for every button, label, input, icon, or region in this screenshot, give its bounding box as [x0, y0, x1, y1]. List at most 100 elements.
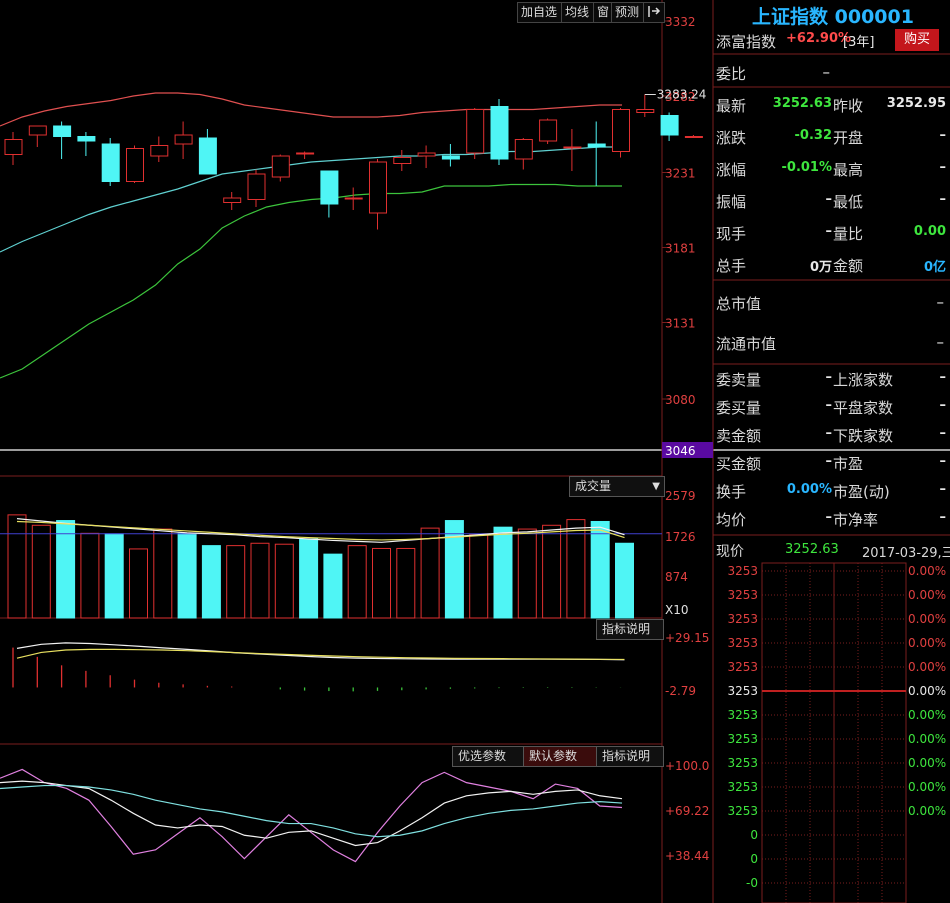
mini-price-label: 3253	[727, 564, 758, 578]
kdj-help-button[interactable]: 指标说明	[596, 746, 664, 767]
volume-axis-label: 1726	[665, 530, 696, 544]
bollinger-upper-line	[0, 92, 622, 127]
mini-price-label: 0	[750, 852, 758, 866]
market-cap-value: –	[936, 293, 945, 311]
macd-axis-label: -2.79	[665, 684, 696, 698]
candle-body	[466, 109, 485, 154]
volume-bar	[153, 528, 173, 619]
forecast-button[interactable]: 预测	[611, 2, 647, 23]
candle-body	[587, 143, 606, 148]
price-axis-label: 3332	[665, 15, 696, 29]
mini-price-label: 3253	[727, 804, 758, 818]
quote-label: 委买量	[716, 399, 762, 417]
mini-price-label: 0	[750, 828, 758, 842]
quote-value: –	[825, 510, 833, 525]
quote-label: 卖金额	[716, 427, 762, 445]
weibi-label: 委比	[716, 65, 747, 83]
quote-label: 开盘	[833, 129, 864, 147]
mini-price-label: 3253	[727, 780, 758, 794]
mini-percent-label: 0.00%	[908, 564, 946, 578]
candle	[247, 169, 266, 207]
candle-body	[539, 119, 558, 142]
volume-bar	[201, 545, 221, 619]
moving-average-button[interactable]: 均线	[561, 2, 597, 23]
volume-bar	[80, 532, 100, 619]
candle-body	[247, 173, 266, 200]
candle	[320, 170, 339, 218]
macd-help-button[interactable]: 指标说明	[596, 619, 664, 640]
quote-value: –	[939, 426, 947, 441]
exit-icon[interactable]	[643, 2, 665, 23]
high-marker-label: 3283.24	[657, 88, 707, 102]
quote-value: –	[939, 482, 947, 497]
quote-label: 委卖量	[716, 371, 762, 389]
cursor-price-label: 3046	[665, 444, 696, 458]
buy-button[interactable]: 购买	[895, 29, 939, 51]
tab-default-params[interactable]: 默认参数	[523, 746, 601, 767]
volume-bar	[323, 553, 343, 619]
quote-value: 0.00%	[786, 482, 832, 497]
volume-indicator-dropdown[interactable]: 成交量 ▼	[569, 476, 665, 497]
quote-label: 涨跌	[716, 129, 747, 147]
candle	[587, 121, 606, 186]
candle-body	[344, 197, 363, 200]
volume-bar	[590, 520, 610, 619]
candle-body	[150, 145, 169, 157]
current-price-label: 现价	[716, 544, 744, 560]
quote-label: 金额	[833, 257, 864, 275]
volume-bar	[274, 543, 294, 619]
mini-price-label: 3253	[727, 756, 758, 770]
candle	[344, 187, 363, 210]
candle	[441, 144, 460, 167]
candle	[296, 151, 315, 159]
quote-label: 量比	[833, 225, 864, 243]
kdj-j-line	[0, 768, 623, 863]
candle	[660, 112, 679, 141]
quote-label: 最低	[833, 193, 864, 211]
quote-label: 买金额	[716, 455, 762, 473]
candle	[174, 121, 193, 159]
quote-value: –	[825, 398, 833, 413]
mini-price-label: -0	[746, 876, 758, 890]
quote-label: 市盈	[833, 455, 864, 473]
candle	[369, 159, 387, 230]
candle-body	[393, 157, 412, 164]
volume-bar	[31, 524, 51, 619]
kdj-axis-label: +100.0	[665, 759, 709, 773]
volume-axis-label: X10	[665, 603, 689, 617]
quote-label: 振幅	[716, 193, 747, 211]
candle	[466, 108, 485, 159]
mini-price-label: 3253	[727, 732, 758, 746]
quote-value: –	[939, 370, 947, 385]
price-axis-label: 3131	[665, 317, 696, 331]
kdj-axis-label: +69.22	[665, 804, 709, 818]
volume-bar	[542, 524, 562, 619]
security-title: 上证指数 000001	[752, 6, 914, 28]
candle-body	[636, 109, 655, 113]
volume-bar	[299, 538, 319, 619]
volume-bar	[177, 532, 197, 619]
candle-body	[174, 134, 193, 145]
candle-body	[271, 155, 290, 178]
candle	[636, 94, 655, 117]
quote-value: –	[939, 454, 947, 469]
quote-date: 2017-03-29,三	[862, 546, 950, 561]
quote-label: 最高	[833, 161, 864, 179]
quote-label: 总手	[716, 257, 747, 275]
volume-bar	[566, 519, 586, 619]
add-watchlist-button[interactable]: 加自选	[517, 2, 565, 23]
candle-body	[417, 152, 436, 157]
candle	[101, 138, 120, 186]
mini-price-label: 3253	[727, 708, 758, 722]
candle-body	[126, 148, 144, 182]
mini-percent-label: 0.00%	[908, 732, 946, 746]
candle-body	[28, 125, 47, 136]
volume-bar	[469, 534, 489, 619]
macd-dif-line	[16, 642, 625, 661]
candle-body	[101, 143, 120, 182]
quote-value: –	[939, 510, 947, 525]
candle-body	[612, 109, 630, 152]
candle	[684, 135, 703, 138]
candle-body	[320, 170, 339, 205]
tab-optimize-params[interactable]: 优选参数	[452, 746, 530, 767]
